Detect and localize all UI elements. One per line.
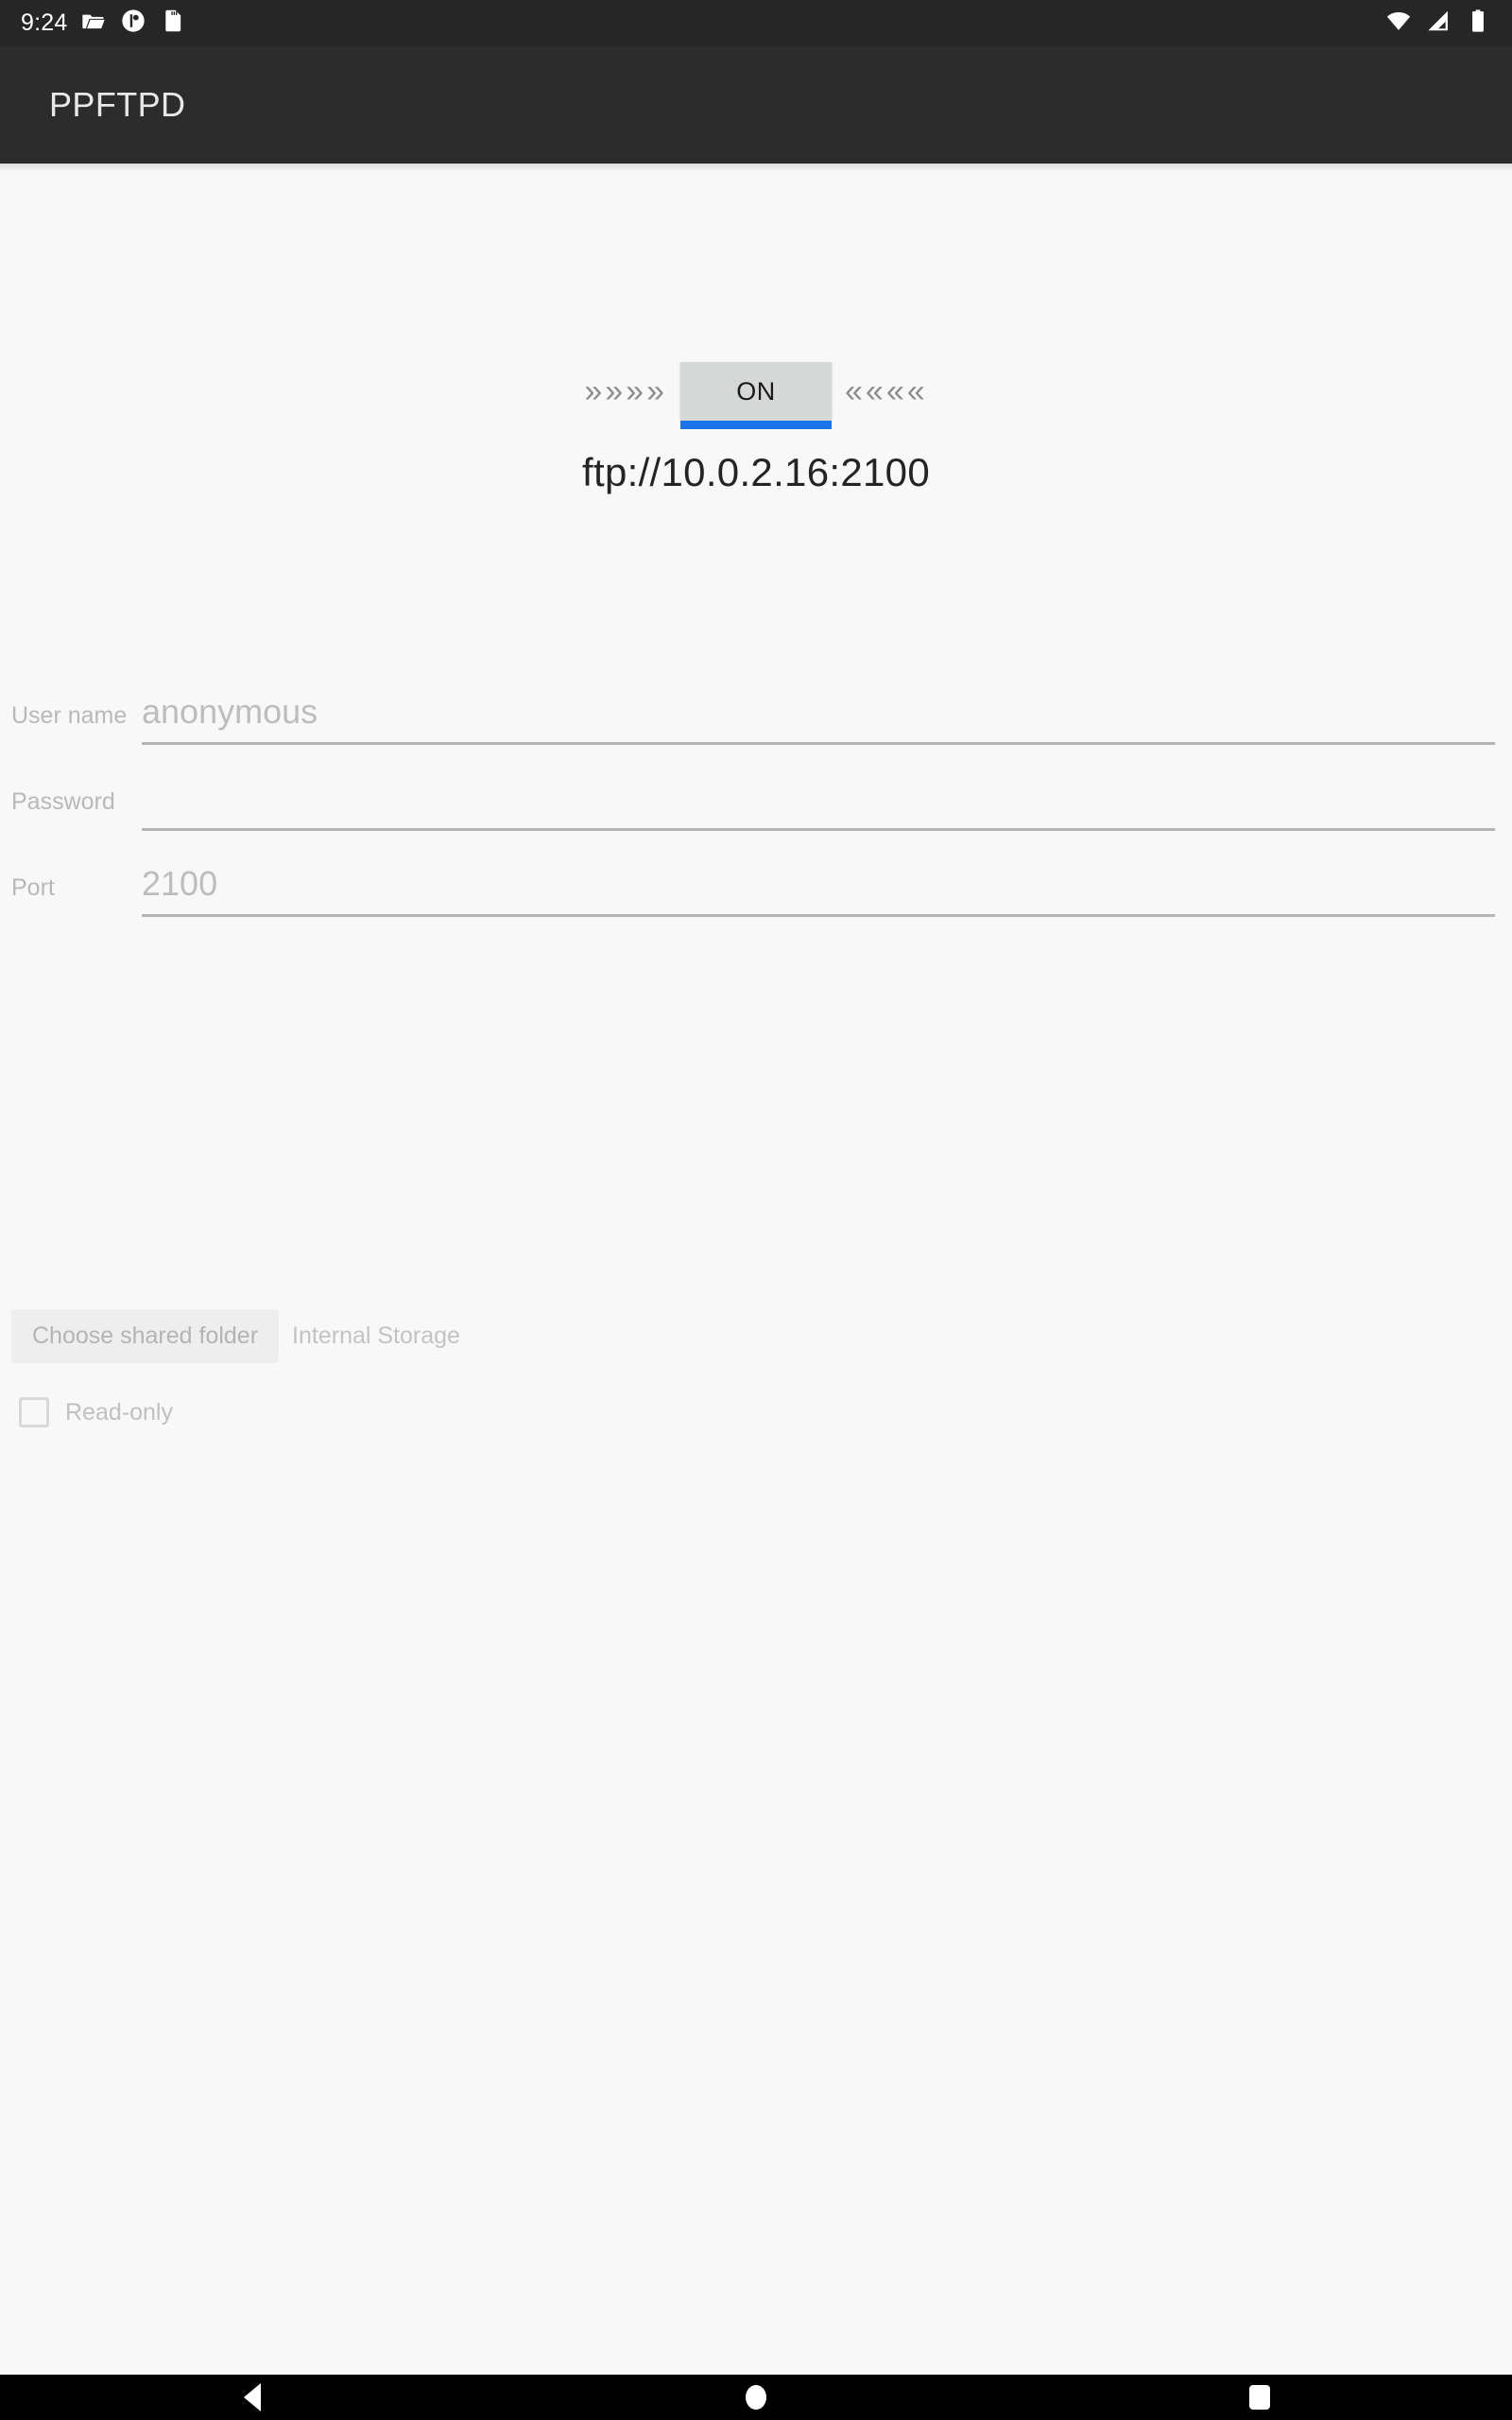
server-toggle-row: »»»» ON «««« xyxy=(0,362,1512,429)
choose-shared-folder-button[interactable]: Choose shared folder xyxy=(11,1309,280,1363)
back-icon xyxy=(243,2383,261,2411)
status-bar: 9:24 xyxy=(0,0,1512,46)
status-bar-left: 9:24 xyxy=(0,8,186,39)
password-underline xyxy=(142,828,1495,831)
shared-folder-path: Internal Storage xyxy=(292,1322,460,1349)
username-label: User name xyxy=(11,702,128,729)
recents-icon xyxy=(1249,2385,1271,2410)
cellular-signal-icon xyxy=(1425,8,1452,39)
server-power-toggle-accent xyxy=(680,421,832,429)
server-power-toggle-label: ON xyxy=(736,376,776,406)
field-row-port: Port 2100 xyxy=(0,857,1512,943)
username-input[interactable]: anonymous xyxy=(142,685,1495,771)
sd-card-icon xyxy=(160,8,186,39)
status-bar-right xyxy=(1385,8,1512,39)
nav-home-button[interactable] xyxy=(652,2375,860,2420)
read-only-row[interactable]: Read-only xyxy=(19,1397,173,1427)
password-input[interactable] xyxy=(142,771,1495,857)
home-icon xyxy=(745,2385,766,2410)
read-only-label: Read-only xyxy=(65,1398,173,1426)
field-row-username: User name anonymous xyxy=(0,685,1512,771)
battery-icon xyxy=(1465,8,1491,39)
app-circle-icon xyxy=(120,8,146,39)
app-bar-shadow xyxy=(0,164,1512,171)
field-row-password: Password xyxy=(0,771,1512,857)
shared-folder-row: Choose shared folder Internal Storage xyxy=(11,1309,460,1363)
nav-back-button[interactable] xyxy=(148,2375,356,2420)
username-underline xyxy=(142,742,1495,745)
password-label: Password xyxy=(11,788,115,815)
port-input[interactable]: 2100 xyxy=(142,857,1495,943)
status-bar-clock: 9:24 xyxy=(21,9,68,36)
username-value: anonymous xyxy=(142,692,318,731)
chevrons-right-decoration: »»»» xyxy=(584,373,667,409)
chevrons-left-decoration: «««« xyxy=(845,373,928,409)
password-value xyxy=(142,771,1478,779)
port-underline xyxy=(142,914,1495,917)
app-bar: PPFTPD xyxy=(0,46,1512,164)
port-label: Port xyxy=(11,874,55,901)
wifi-icon xyxy=(1385,8,1412,39)
folder-icon xyxy=(80,8,107,39)
server-power-toggle[interactable]: ON xyxy=(680,362,832,429)
page-title: PPFTPD xyxy=(49,85,186,124)
port-value: 2100 xyxy=(142,864,218,903)
android-nav-bar xyxy=(0,2375,1512,2420)
nav-recents-button[interactable] xyxy=(1156,2375,1364,2420)
read-only-checkbox[interactable] xyxy=(19,1397,49,1427)
ftp-url-text: ftp://10.0.2.16:2100 xyxy=(582,450,930,494)
app-screen: 9:24 PPFTPD »»»» ON «««« ftp://10.0.2.16… xyxy=(0,0,1512,2420)
settings-form: User name anonymous Password Port 2100 xyxy=(0,685,1512,943)
